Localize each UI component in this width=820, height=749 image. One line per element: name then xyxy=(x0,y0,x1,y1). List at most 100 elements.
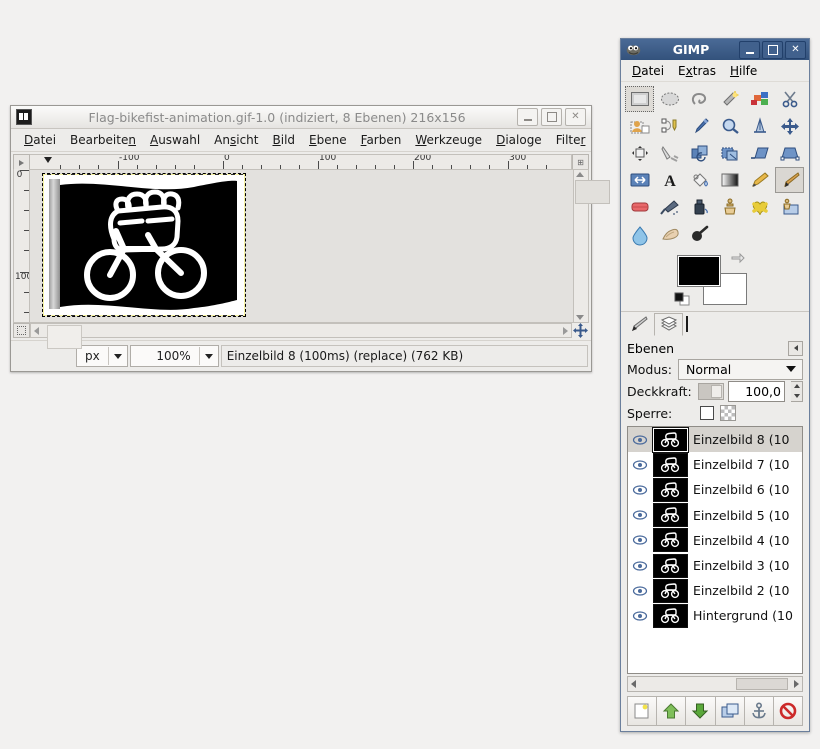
gimp-close-button[interactable]: ✕ xyxy=(785,41,806,59)
navigation-preview-button[interactable] xyxy=(572,323,589,338)
visibility-eye-icon[interactable] xyxy=(632,586,648,596)
text-tool[interactable]: A xyxy=(655,167,684,193)
ellipse-select-tool[interactable] xyxy=(655,86,684,112)
foreground-color-swatch[interactable] xyxy=(677,255,721,287)
gimp-menu-datei[interactable]: Datei xyxy=(625,62,671,80)
layer-row[interactable]: Einzelbild 3 (10 xyxy=(628,553,802,578)
zoom-tool[interactable] xyxy=(715,113,744,139)
reset-colors-icon[interactable] xyxy=(675,293,689,305)
align-tool[interactable] xyxy=(625,140,654,166)
layer-row[interactable]: Einzelbild 4 (10 xyxy=(628,528,802,553)
lower-layer-button[interactable] xyxy=(686,696,715,726)
close-button[interactable]: ✕ xyxy=(565,108,586,126)
layer-row[interactable]: Einzelbild 7 (10 xyxy=(628,452,802,477)
move-tool[interactable] xyxy=(775,113,804,139)
maximize-button[interactable] xyxy=(541,108,562,126)
unit-selector[interactable]: px xyxy=(76,345,128,367)
menu-ansicht[interactable]: Ansicht xyxy=(207,131,265,149)
perspective-clone-tool[interactable] xyxy=(775,194,804,220)
gradient-tool[interactable] xyxy=(715,167,744,193)
visibility-eye-icon[interactable] xyxy=(632,535,648,545)
free-select-tool[interactable] xyxy=(685,86,714,112)
vertical-ruler[interactable]: 0 100 xyxy=(13,169,30,323)
image-window-titlebar[interactable]: Flag-bikefist-animation.gif-1.0 (indizie… xyxy=(11,106,591,129)
zoom-selector[interactable]: 100% xyxy=(130,345,219,367)
chevron-down-icon[interactable] xyxy=(108,347,127,365)
image-canvas[interactable] xyxy=(30,169,574,323)
opacity-slider[interactable] xyxy=(698,383,724,400)
raise-layer-button[interactable] xyxy=(657,696,686,726)
menu-bearbeiten[interactable]: Bearbeiten xyxy=(63,131,143,149)
canvas-horizontal-scrollbar[interactable] xyxy=(30,323,572,338)
visibility-eye-icon[interactable] xyxy=(632,561,648,571)
layers-tab[interactable] xyxy=(654,313,683,336)
airbrush-tool[interactable] xyxy=(655,194,684,220)
pencil-tool[interactable] xyxy=(745,167,774,193)
lock-pixels-checkbox[interactable] xyxy=(700,406,714,420)
dodge-burn-tool[interactable] xyxy=(685,221,714,247)
visibility-eye-icon[interactable] xyxy=(632,611,648,621)
menu-datei[interactable]: Datei xyxy=(17,131,63,149)
bucket-fill-tool[interactable] xyxy=(685,167,714,193)
menu-farben[interactable]: Farben xyxy=(354,131,409,149)
rect-select-tool[interactable] xyxy=(625,86,654,112)
gimp-maximize-button[interactable] xyxy=(762,41,783,59)
menu-dialoge[interactable]: Dialoge xyxy=(489,131,549,149)
duplicate-layer-button[interactable] xyxy=(716,696,745,726)
paintbrush-tool[interactable] xyxy=(775,167,804,193)
gimp-menu-hilfe[interactable]: Hilfe xyxy=(723,62,764,80)
color-picker-tool[interactable] xyxy=(685,113,714,139)
layer-row[interactable]: Einzelbild 6 (10 xyxy=(628,477,802,502)
heal-tool[interactable] xyxy=(745,194,774,220)
layer-row[interactable]: Einzelbild 2 (10 xyxy=(628,578,802,603)
delete-layer-button[interactable] xyxy=(774,696,803,726)
menu-auswahl[interactable]: Auswahl xyxy=(143,131,207,149)
visibility-eye-icon[interactable] xyxy=(632,485,648,495)
rotate-tool[interactable] xyxy=(685,140,714,166)
tool-options-tab[interactable] xyxy=(624,313,653,336)
blur-sharpen-tool[interactable] xyxy=(625,221,654,247)
visibility-eye-icon[interactable] xyxy=(632,460,648,470)
gimp-minimize-button[interactable] xyxy=(739,41,760,59)
canvas-vertical-scrollbar[interactable] xyxy=(574,169,589,323)
crop-tool[interactable] xyxy=(655,140,684,166)
paths-tool[interactable] xyxy=(655,113,684,139)
gimp-titlebar[interactable]: GIMP ✕ xyxy=(621,39,809,60)
smudge-tool[interactable] xyxy=(655,221,684,247)
layer-row[interactable]: Hintergrund (10 xyxy=(628,603,802,628)
layer-list[interactable]: Einzelbild 8 (10 Einzelbild 7 (10 Einzel… xyxy=(627,426,803,674)
opacity-stepper[interactable] xyxy=(791,381,803,402)
swap-colors-icon[interactable] xyxy=(729,253,745,270)
perspective-tool[interactable] xyxy=(775,140,804,166)
quickmask-toggle-button[interactable] xyxy=(13,323,30,338)
ink-tool[interactable] xyxy=(685,194,714,220)
scissors-select-tool[interactable] xyxy=(775,86,804,112)
eraser-tool[interactable] xyxy=(625,194,654,220)
chevron-down-icon[interactable] xyxy=(199,347,218,365)
layer-list-scrollbar[interactable] xyxy=(627,676,803,692)
menu-ebene[interactable]: Ebene xyxy=(302,131,354,149)
anchor-layer-button[interactable] xyxy=(745,696,774,726)
shear-tool[interactable] xyxy=(745,140,774,166)
fuzzy-select-tool[interactable] xyxy=(715,86,744,112)
visibility-eye-icon[interactable] xyxy=(632,510,648,520)
scale-tool[interactable] xyxy=(715,140,744,166)
gimp-menu-extras[interactable]: Extras xyxy=(671,62,723,80)
opacity-value[interactable]: 100,0 xyxy=(728,381,785,402)
foreground-select-tool[interactable] xyxy=(625,113,654,139)
menu-werkzeuge[interactable]: Werkzeuge xyxy=(408,131,489,149)
layer-row[interactable]: Einzelbild 8 (10 xyxy=(628,427,802,452)
flip-tool[interactable] xyxy=(625,167,654,193)
blend-mode-select[interactable]: Normal xyxy=(678,359,803,380)
lock-alpha-icon[interactable] xyxy=(720,405,736,421)
select-by-color-tool[interactable] xyxy=(745,86,774,112)
new-layer-button[interactable] xyxy=(627,696,657,726)
visibility-eye-icon[interactable] xyxy=(632,435,648,445)
minimize-button[interactable] xyxy=(517,108,538,126)
menu-bild[interactable]: Bild xyxy=(266,131,303,149)
layer-row[interactable]: Einzelbild 5 (10 xyxy=(628,503,802,528)
menu-filter[interactable]: Filter xyxy=(549,131,593,149)
clone-tool[interactable] xyxy=(715,194,744,220)
layers-menu-button[interactable] xyxy=(788,341,803,356)
measure-tool[interactable] xyxy=(745,113,774,139)
